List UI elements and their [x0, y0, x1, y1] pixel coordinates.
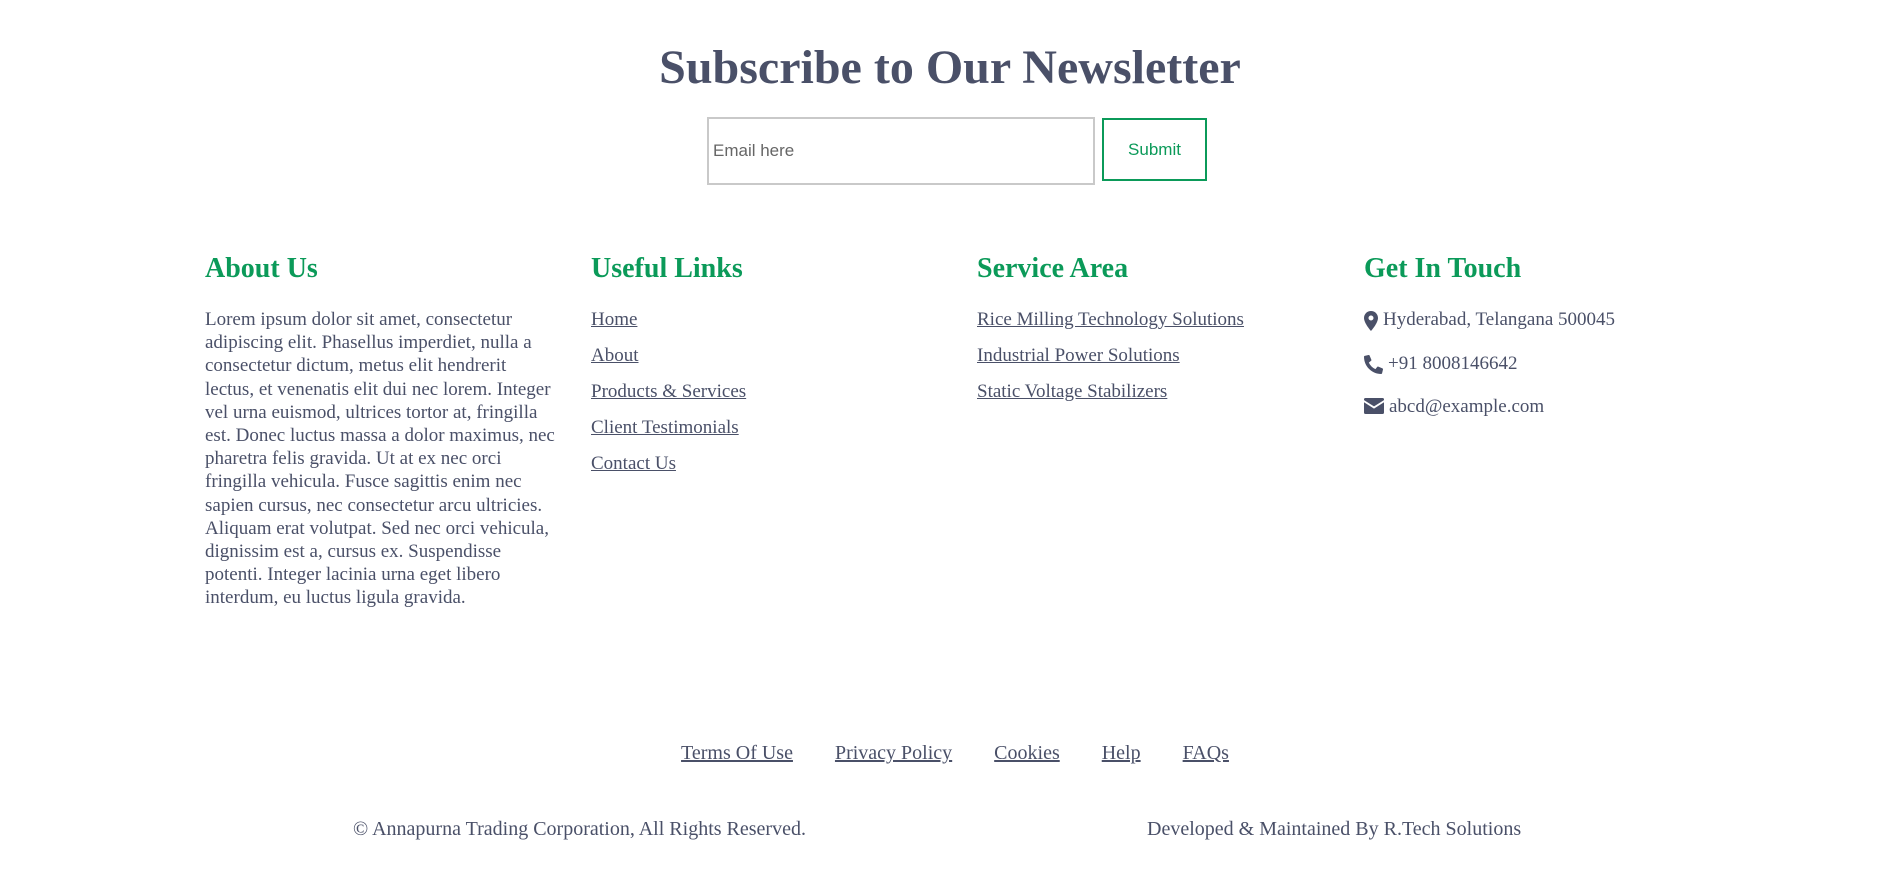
contact-heading: Get In Touch: [1364, 253, 1522, 284]
email-input[interactable]: [707, 117, 1095, 185]
phone-icon: [1364, 354, 1383, 374]
developer-credit: Developed & Maintained By R.Tech Solutio…: [1147, 818, 1522, 840]
list-item: Rice Milling Technology Solutions: [977, 308, 1317, 344]
phone-text: +91 8008146642: [1388, 352, 1518, 374]
address-text: Hyderabad, Telangana 500045: [1383, 309, 1616, 330]
about-section: About Us Lorem ipsum dolor sit amet, con…: [205, 252, 555, 610]
list-item: About: [591, 344, 931, 380]
link-contact-us[interactable]: Contact Us: [591, 453, 676, 474]
list-item: Products & Services: [591, 380, 931, 416]
newsletter-form: Submit: [707, 117, 1207, 185]
envelope-icon: [1364, 398, 1384, 414]
link-cookies[interactable]: Cookies: [994, 742, 1060, 765]
useful-links-list: Home About Products & Services Client Te…: [591, 308, 931, 488]
link-products-services[interactable]: Products & Services: [591, 381, 746, 402]
submit-button[interactable]: Submit: [1102, 118, 1207, 181]
email-text: abcd@example.com: [1389, 396, 1545, 417]
list-item: Contact Us: [591, 452, 931, 488]
link-faqs[interactable]: FAQs: [1183, 742, 1229, 765]
about-text: Lorem ipsum dolor sit amet, consectetur …: [205, 309, 555, 609]
about-heading: About Us: [205, 253, 318, 284]
link-industrial-power[interactable]: Industrial Power Solutions: [977, 345, 1180, 366]
list-item: Home: [591, 308, 931, 344]
link-voltage-stabilizers[interactable]: Static Voltage Stabilizers: [977, 381, 1167, 402]
list-item: Client Testimonials: [591, 416, 931, 452]
useful-links-heading: Useful Links: [591, 253, 743, 284]
contact-phone: +91 8008146642: [1364, 352, 1704, 396]
newsletter-title: Subscribe to Our Newsletter: [659, 41, 1241, 94]
link-help[interactable]: Help: [1102, 742, 1141, 765]
map-marker-icon: [1364, 311, 1378, 331]
copyright-text: © Annapurna Trading Corporation, All Rig…: [353, 818, 806, 840]
useful-links-section: Useful Links Home About Products & Servi…: [591, 252, 931, 488]
list-item: Static Voltage Stabilizers: [977, 380, 1317, 416]
link-privacy-policy[interactable]: Privacy Policy: [835, 742, 952, 765]
link-about[interactable]: About: [591, 345, 639, 366]
contact-list: Hyderabad, Telangana 500045 +91 80081466…: [1364, 308, 1704, 439]
service-area-section: Service Area Rice Milling Technology Sol…: [977, 252, 1317, 416]
list-item: Industrial Power Solutions: [977, 344, 1317, 380]
contact-address: Hyderabad, Telangana 500045: [1364, 308, 1704, 352]
service-area-heading: Service Area: [977, 253, 1129, 284]
link-rice-milling[interactable]: Rice Milling Technology Solutions: [977, 309, 1244, 330]
link-client-testimonials[interactable]: Client Testimonials: [591, 417, 739, 438]
footer-nav: Terms Of Use Privacy Policy Cookies Help…: [0, 742, 1900, 765]
service-area-list: Rice Milling Technology Solutions Indust…: [977, 308, 1317, 416]
link-home[interactable]: Home: [591, 309, 637, 330]
link-terms-of-use[interactable]: Terms Of Use: [681, 742, 793, 765]
contact-section: Get In Touch Hyderabad, Telangana 500045…: [1364, 252, 1704, 439]
contact-email: abcd@example.com: [1364, 395, 1704, 439]
